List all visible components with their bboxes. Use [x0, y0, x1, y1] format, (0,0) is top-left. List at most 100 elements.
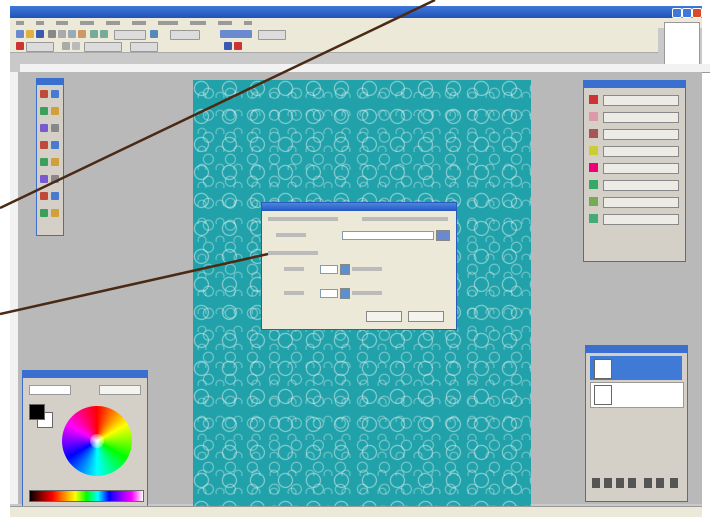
- zoom-icon[interactable]: [150, 30, 158, 38]
- eraser-tool-icon[interactable]: [40, 141, 48, 149]
- cut-icon[interactable]: [58, 30, 66, 38]
- dialog-number-field[interactable]: [320, 265, 338, 274]
- new-layer-icon[interactable]: [592, 478, 600, 488]
- opacity-select[interactable]: [84, 42, 122, 52]
- scrapbook-item-button[interactable]: [603, 146, 679, 157]
- move-tool-icon[interactable]: [51, 90, 59, 98]
- menu-item[interactable]: [80, 21, 94, 25]
- minimize-button[interactable]: [672, 8, 682, 18]
- redo-icon[interactable]: [100, 30, 108, 38]
- mode-select[interactable]: [170, 30, 200, 40]
- dialog-picker-button[interactable]: [436, 230, 450, 241]
- menu-item[interactable]: [218, 21, 232, 25]
- blur-tool-icon[interactable]: [51, 192, 59, 200]
- color-palette-strip[interactable]: [29, 490, 144, 502]
- color-panel-title-bar[interactable]: [23, 371, 147, 378]
- text-tool-icon[interactable]: [40, 158, 48, 166]
- scrapbook-item-button[interactable]: [603, 129, 679, 140]
- scrapbook-item-icon: [589, 163, 598, 172]
- scrapbook-item-button[interactable]: [603, 163, 679, 174]
- shape-tool-icon[interactable]: [40, 175, 48, 183]
- select-tool-icon[interactable]: [40, 90, 48, 98]
- merge-layer-icon[interactable]: [628, 478, 636, 488]
- move-up-icon[interactable]: [644, 478, 652, 488]
- color-mode-select[interactable]: [29, 385, 71, 395]
- menu-item[interactable]: [244, 21, 252, 25]
- save-icon[interactable]: [36, 30, 44, 38]
- fill-icon[interactable]: [234, 42, 242, 50]
- dialog-option-line: [362, 217, 448, 221]
- ok-button[interactable]: [366, 311, 402, 322]
- zoom-tool-icon[interactable]: [40, 209, 48, 217]
- scrapbook-item-icon: [589, 129, 598, 138]
- move-down-icon[interactable]: [656, 478, 664, 488]
- scrapbook-title-bar[interactable]: [584, 81, 685, 88]
- pencil-icon[interactable]: [62, 42, 70, 50]
- dialog-title-bar: [262, 203, 456, 211]
- eraser-icon[interactable]: [72, 42, 80, 50]
- menu-item[interactable]: [158, 21, 178, 25]
- menu-item[interactable]: [16, 21, 24, 25]
- cancel-button[interactable]: [408, 311, 444, 322]
- line-tool-icon[interactable]: [51, 175, 59, 183]
- menu-bar: [10, 18, 702, 28]
- color-options-button[interactable]: [99, 385, 141, 395]
- layers-title-bar[interactable]: [586, 346, 687, 353]
- scrapbook-item-icon: [589, 146, 598, 155]
- menu-item[interactable]: [56, 21, 68, 25]
- scrapbook-item-button[interactable]: [603, 180, 679, 191]
- new-icon[interactable]: [16, 30, 24, 38]
- scrapbook-item-button[interactable]: [603, 95, 679, 106]
- close-button[interactable]: [692, 8, 702, 18]
- scrapbook-item-button[interactable]: [603, 197, 679, 208]
- dialog-slider[interactable]: [342, 231, 434, 240]
- dialog-link-button[interactable]: [340, 288, 350, 299]
- undo-icon[interactable]: [90, 30, 98, 38]
- clone-tool-icon[interactable]: [40, 192, 48, 200]
- menu-item[interactable]: [36, 21, 44, 25]
- menu-item[interactable]: [132, 21, 146, 25]
- window-title: [10, 8, 24, 15]
- pencil-tool-icon[interactable]: [51, 124, 59, 132]
- layer-thumbnail: [594, 359, 612, 379]
- menu-item[interactable]: [106, 21, 120, 25]
- dialog-option-line: [268, 217, 338, 221]
- eyedropper-tool-icon[interactable]: [51, 158, 59, 166]
- menu-item[interactable]: [190, 21, 206, 25]
- maximize-button[interactable]: [682, 8, 692, 18]
- tools-palette-title-bar[interactable]: [37, 79, 63, 85]
- brush-size-select[interactable]: [26, 42, 54, 52]
- dialog-label: [284, 291, 304, 295]
- hand-tool-icon[interactable]: [51, 209, 59, 217]
- color-icon[interactable]: [224, 42, 232, 50]
- fill-tool-icon[interactable]: [51, 141, 59, 149]
- selected-option[interactable]: [220, 30, 252, 38]
- paste-icon[interactable]: [78, 30, 86, 38]
- scrapbook-item-button[interactable]: [603, 214, 679, 225]
- print-icon[interactable]: [48, 30, 56, 38]
- blend-select[interactable]: [130, 42, 158, 52]
- scrapbook-item-icon: [589, 95, 598, 104]
- brush-icon[interactable]: [16, 42, 24, 50]
- crop-tool-icon[interactable]: [51, 107, 59, 115]
- dialog: [261, 202, 457, 330]
- main-toolbar: [10, 28, 658, 40]
- layer-properties-icon[interactable]: [616, 478, 624, 488]
- zoom-select[interactable]: [114, 30, 146, 40]
- open-icon[interactable]: [26, 30, 34, 38]
- dialog-label: [276, 233, 306, 237]
- color-wheel-center: [90, 434, 104, 448]
- view-select[interactable]: [258, 30, 286, 40]
- layer-thumbnail: [594, 385, 612, 405]
- dialog-link-button[interactable]: [340, 264, 350, 275]
- dialog-number-field[interactable]: [320, 289, 338, 298]
- foreground-color-swatch[interactable]: [29, 404, 45, 420]
- dialog-section-label: [268, 251, 318, 255]
- delete-layer-icon[interactable]: [670, 478, 678, 488]
- scrapbook-item-button[interactable]: [603, 112, 679, 123]
- scrapbook-item-icon: [589, 214, 598, 223]
- copy-icon[interactable]: [68, 30, 76, 38]
- lasso-tool-icon[interactable]: [40, 107, 48, 115]
- duplicate-layer-icon[interactable]: [604, 478, 612, 488]
- brush-tool-icon[interactable]: [40, 124, 48, 132]
